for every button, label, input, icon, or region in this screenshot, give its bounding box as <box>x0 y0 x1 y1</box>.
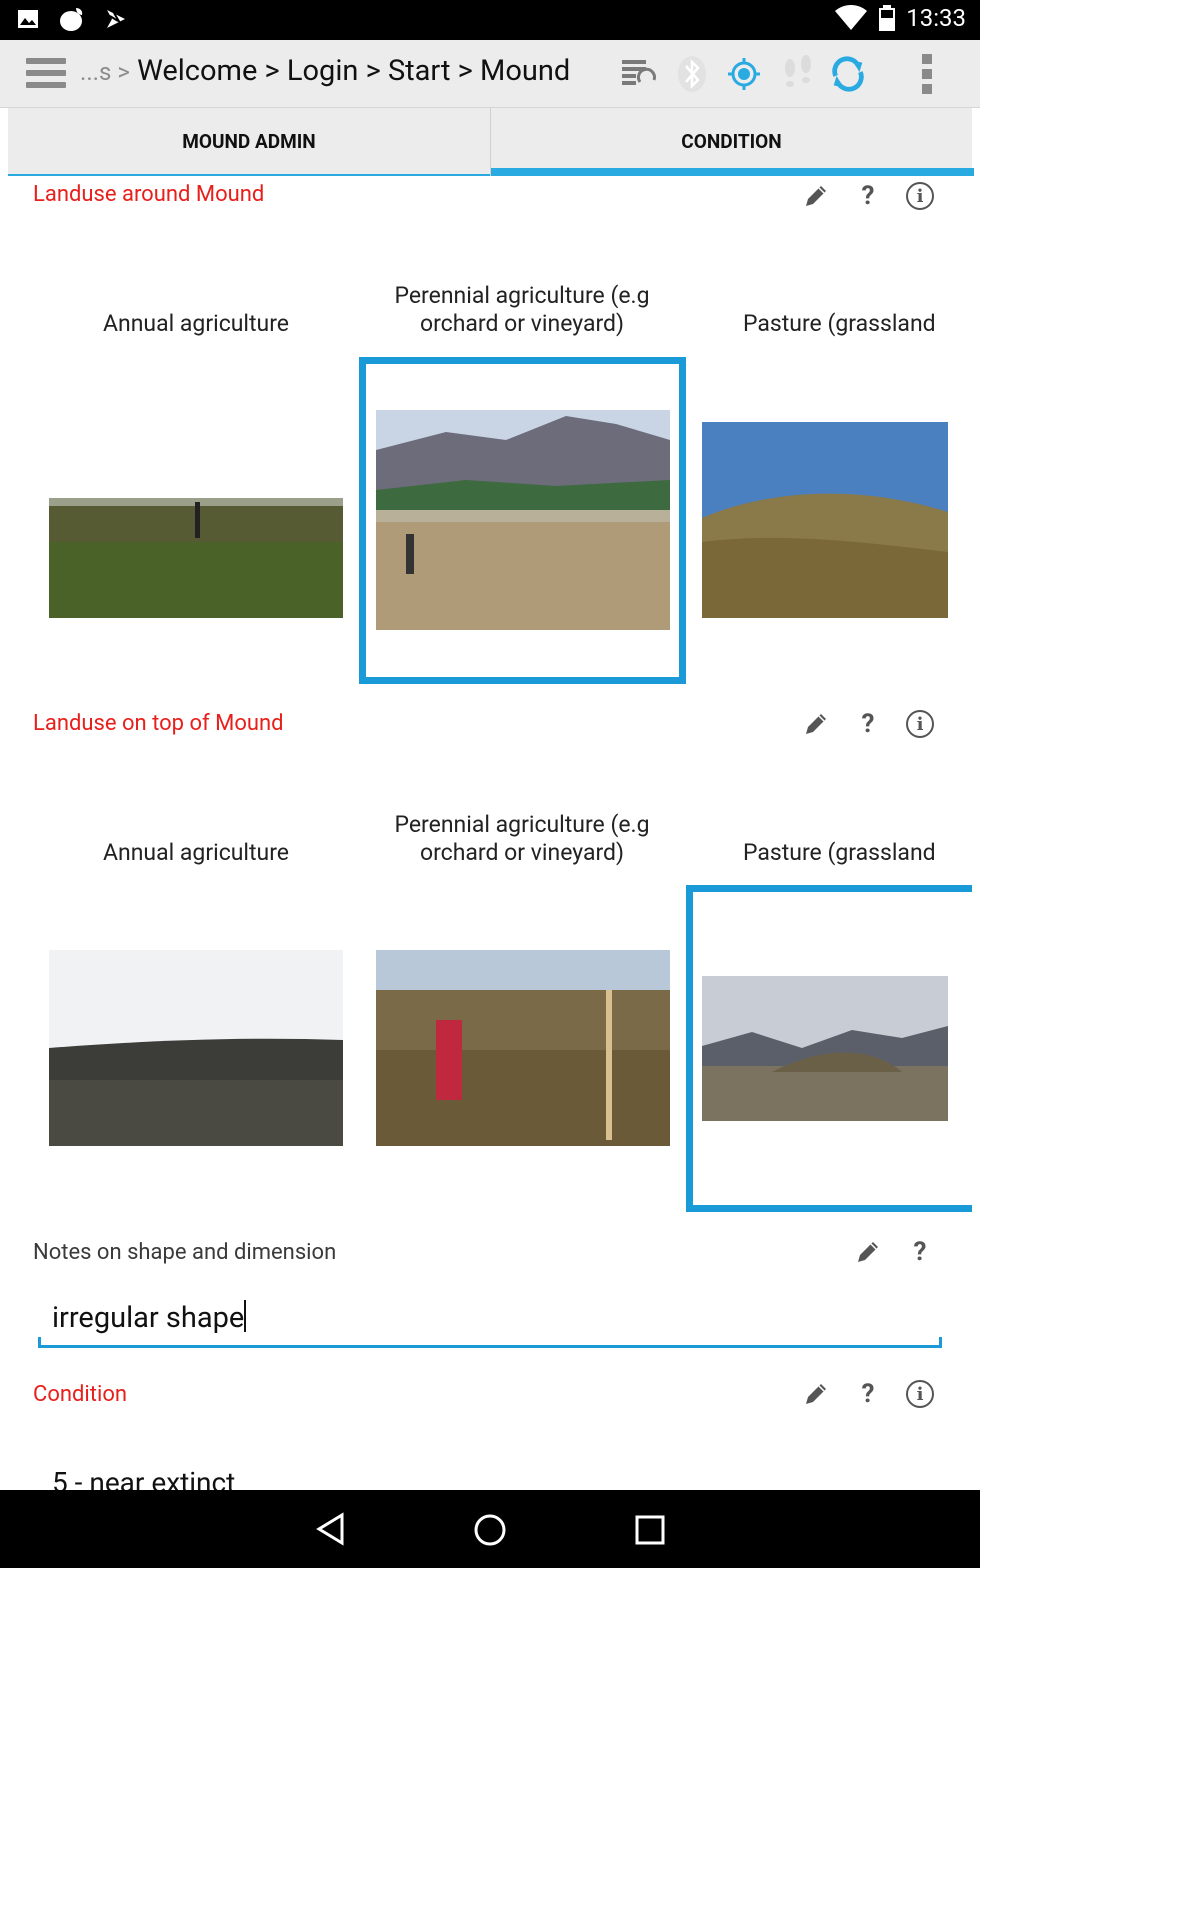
perennial-agriculture-photo[interactable] <box>376 950 670 1146</box>
landuse-top-label: Landuse on top of Mound <box>33 711 284 736</box>
edit-icon[interactable] <box>842 1232 894 1272</box>
recents-icon[interactable] <box>634 1514 666 1546</box>
annual-agriculture-photo[interactable] <box>49 950 343 1146</box>
back-icon[interactable] <box>314 1512 348 1546</box>
form-content[interactable]: Landuse around Mound ? i Annual agricult… <box>8 176 972 1490</box>
help-icon[interactable]: ? <box>842 704 894 744</box>
landuse-around-actions: ? i <box>790 176 946 216</box>
menu-icon[interactable] <box>26 58 66 90</box>
wifi-icon <box>835 5 868 30</box>
download-icon <box>107 10 125 28</box>
option-title: Annual agriculture <box>103 310 289 337</box>
option-title: Perennial agriculture (e.g orchard or vi… <box>394 282 650 337</box>
text-cursor <box>244 1300 247 1332</box>
option-title: Perennial agriculture (e.g orchard or vi… <box>394 811 650 866</box>
condition-actions: ? i <box>790 1374 946 1414</box>
image-icon <box>18 10 38 28</box>
tab-indicator <box>491 168 974 176</box>
condition-label: Condition <box>33 1382 128 1407</box>
help-icon[interactable]: ? <box>894 1232 946 1272</box>
selection-frame <box>686 885 972 1212</box>
landuse-top-actions: ? i <box>790 704 946 744</box>
sync-queue-icon[interactable] <box>618 52 658 96</box>
tab-label: MOUND ADMIN <box>182 130 316 153</box>
option-title: Pasture (grassland <box>743 839 936 866</box>
info-icon[interactable]: i <box>894 1374 946 1414</box>
annual-agriculture-photo[interactable] <box>49 422 343 618</box>
battery-icon <box>879 5 896 31</box>
tab-bar: MOUND ADMIN CONDITION <box>8 108 974 176</box>
option-title: Annual agriculture <box>103 839 289 866</box>
selection-frame <box>359 357 686 684</box>
info-icon[interactable]: i <box>894 176 946 216</box>
help-icon[interactable]: ? <box>842 1374 894 1414</box>
tab-mound-admin[interactable]: MOUND ADMIN <box>8 108 490 176</box>
help-icon[interactable]: ? <box>842 176 894 216</box>
breadcrumb-prefix: ...s > <box>80 58 130 86</box>
edit-icon[interactable] <box>790 704 842 744</box>
navigation-bar <box>0 1490 980 1568</box>
notes-label: Notes on shape and dimension <box>33 1240 337 1265</box>
tracklog-icon[interactable] <box>778 52 818 96</box>
gps-icon[interactable] <box>724 52 764 96</box>
input-underline <box>38 1337 942 1345</box>
notes-value: irregular shape <box>52 1301 245 1335</box>
breadcrumb[interactable]: ...s > Welcome > Login > Start > Mound <box>80 54 570 88</box>
landuse-around-label: Landuse around Mound <box>33 182 265 207</box>
pasture-photo[interactable] <box>702 422 948 618</box>
overflow-menu-icon[interactable] <box>908 52 948 96</box>
status-clock: 13:33 <box>906 4 966 32</box>
edit-icon[interactable] <box>790 176 842 216</box>
edit-icon[interactable] <box>790 1374 842 1414</box>
condition-option[interactable]: 5 - near extinct <box>52 1466 235 1490</box>
breadcrumb-path: Welcome > Login > Start > Mound <box>137 54 571 88</box>
app-icon <box>60 8 83 31</box>
refresh-icon[interactable] <box>828 52 868 96</box>
option-title: Pasture (grassland <box>743 310 936 337</box>
home-icon[interactable] <box>472 1512 508 1548</box>
info-icon[interactable]: i <box>894 704 946 744</box>
notes-input[interactable]: irregular shape <box>38 1286 942 1348</box>
notes-actions: ? <box>842 1232 946 1272</box>
bluetooth-icon[interactable] <box>674 52 714 96</box>
tab-condition[interactable]: CONDITION <box>490 108 974 176</box>
status-bar: 13:33 <box>0 0 980 40</box>
tab-label: CONDITION <box>681 130 782 153</box>
